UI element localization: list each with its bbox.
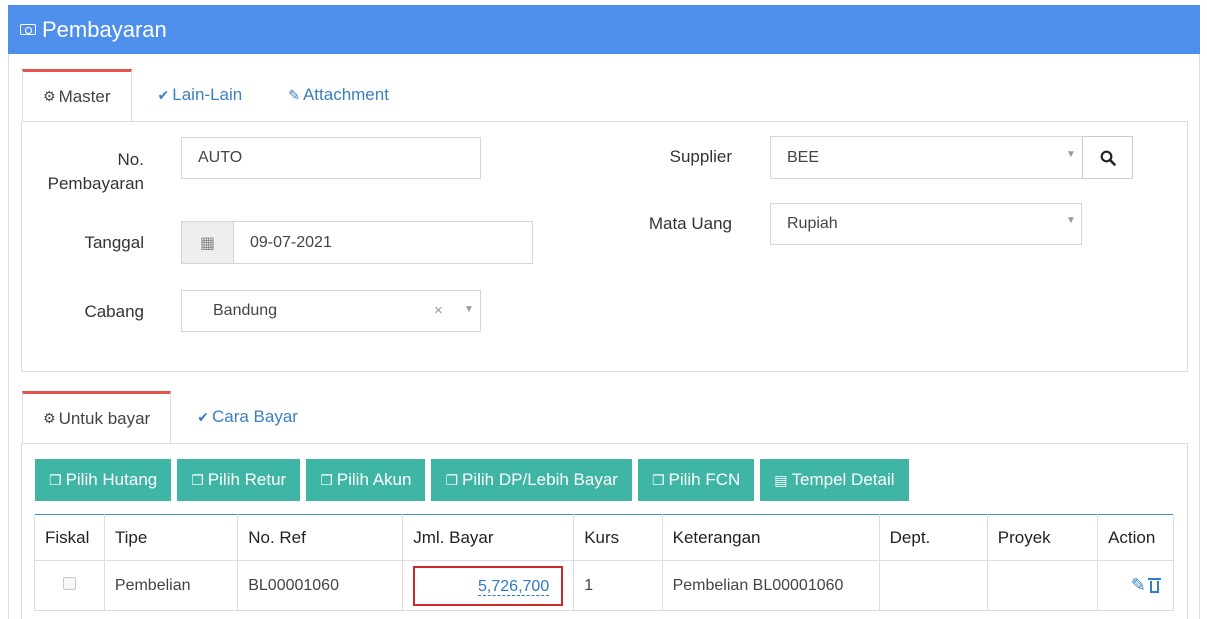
clear-icon[interactable]: × bbox=[434, 302, 443, 319]
fiskal-checkbox[interactable] bbox=[62, 576, 76, 590]
paperclip-icon: ✎ bbox=[288, 86, 300, 103]
check-circle-icon: ✔ bbox=[157, 86, 170, 103]
col-no-ref: No. Ref bbox=[237, 514, 404, 561]
tab-lain-lain[interactable]: ✔ Lain-Lain bbox=[132, 69, 263, 121]
col-kurs: Kurs bbox=[573, 514, 663, 561]
tab-untuk-bayar[interactable]: ⚙ Untuk bayar bbox=[22, 391, 172, 443]
search-icon bbox=[1100, 150, 1116, 166]
cell-no-ref: BL00001060 bbox=[237, 560, 404, 611]
tanggal-label: Tanggal bbox=[84, 233, 144, 252]
col-tipe: Tipe bbox=[103, 514, 239, 561]
copy-icon: ❐ bbox=[191, 471, 204, 488]
chevron-down-icon[interactable]: ▼ bbox=[464, 304, 474, 315]
pencil-icon[interactable]: ✎ bbox=[1131, 575, 1146, 595]
copy-icon: ❐ bbox=[445, 471, 459, 488]
mata-uang-select[interactable]: Rupiah bbox=[770, 203, 1082, 245]
page-title: Pembayaran bbox=[42, 16, 167, 42]
mata-uang-label: Mata Uang bbox=[648, 214, 732, 233]
gears-icon: ⚙ bbox=[43, 410, 56, 426]
pilih-retur-button[interactable]: ❐ Pilih Retur bbox=[177, 459, 301, 501]
tanggal-input[interactable]: 09-07-2021 bbox=[233, 221, 533, 264]
col-proyek: Proyek bbox=[986, 514, 1099, 561]
detail-table: Fiskal Tipe No. Ref Jml. Bayar Kurs Kete… bbox=[34, 514, 1174, 611]
no-pembayaran-input[interactable]: AUTO bbox=[181, 137, 481, 179]
cell-keterangan: Pembelian BL00001060 bbox=[661, 560, 880, 611]
supplier-select[interactable]: BEE bbox=[770, 136, 1083, 179]
pilih-akun-button[interactable]: ❐ Pilih Akun bbox=[306, 459, 426, 501]
copy-icon: ❐ bbox=[651, 471, 665, 488]
master-tabs: ⚙ Master ✔ Lain-Lain ✎ Attachment bbox=[22, 69, 409, 121]
chevron-down-icon[interactable]: ▼ bbox=[1066, 149, 1076, 160]
gears-icon: ⚙ bbox=[43, 88, 56, 104]
cell-dept bbox=[878, 560, 988, 611]
col-jml-bayar: Jml. Bayar bbox=[402, 514, 575, 561]
tab-cara-bayar[interactable]: ✔ Cara Bayar bbox=[171, 391, 318, 443]
copy-icon: ❐ bbox=[49, 471, 62, 488]
action-button-row: ❐ Pilih Hutang ❐ Pilih Retur ❐ Pilih Akun ❐… bbox=[35, 459, 909, 501]
pilih-hutang-button[interactable]: ❐ Pilih Hutang bbox=[35, 459, 172, 501]
pilih-dp-button[interactable]: ❐ Pilih DP/Lebih Bayar bbox=[431, 459, 632, 501]
tempel-detail-button[interactable]: ▤ Tempel Detail bbox=[760, 459, 909, 501]
pilih-fcn-button[interactable]: ❐ Pilih FCN bbox=[637, 459, 755, 501]
trash-icon[interactable] bbox=[1148, 578, 1161, 593]
tab-attachment[interactable]: ✎ Attachment bbox=[262, 69, 409, 121]
no-pembayaran-label: No. Pembayaran bbox=[47, 150, 144, 193]
panel-header: Pembayaran bbox=[8, 5, 1200, 54]
col-action: Action bbox=[1097, 514, 1174, 561]
copy-icon: ❐ bbox=[320, 471, 333, 488]
col-keterangan: Keterangan bbox=[661, 514, 880, 561]
cell-proyek bbox=[986, 560, 1099, 611]
col-fiskal: Fiskal bbox=[34, 514, 105, 561]
detail-tabs: ⚙ Untuk bayar ✔ Cara Bayar bbox=[22, 391, 318, 443]
supplier-search-button[interactable] bbox=[1082, 136, 1133, 179]
table-header-row: Fiskal Tipe No. Ref Jml. Bayar Kurs Kete… bbox=[34, 514, 1174, 561]
money-icon bbox=[20, 24, 36, 35]
check-circle-icon: ✔ bbox=[197, 408, 209, 425]
cell-kurs: 1 bbox=[573, 560, 663, 611]
cabang-label: Cabang bbox=[84, 302, 144, 321]
calendar-icon[interactable]: ▦ bbox=[181, 221, 234, 264]
tab-master[interactable]: ⚙ Master bbox=[22, 69, 132, 121]
chevron-down-icon[interactable]: ▼ bbox=[1066, 215, 1076, 226]
supplier-label: Supplier bbox=[669, 147, 732, 166]
cell-tipe: Pembelian bbox=[103, 560, 239, 611]
jml-bayar-editable[interactable]: 5,726,700 bbox=[413, 565, 564, 606]
col-dept: Dept. bbox=[878, 514, 988, 561]
paste-icon: ▤ bbox=[774, 471, 788, 488]
table-row: Pembelian BL00001060 5,726,700 1 Pembeli… bbox=[34, 560, 1174, 611]
